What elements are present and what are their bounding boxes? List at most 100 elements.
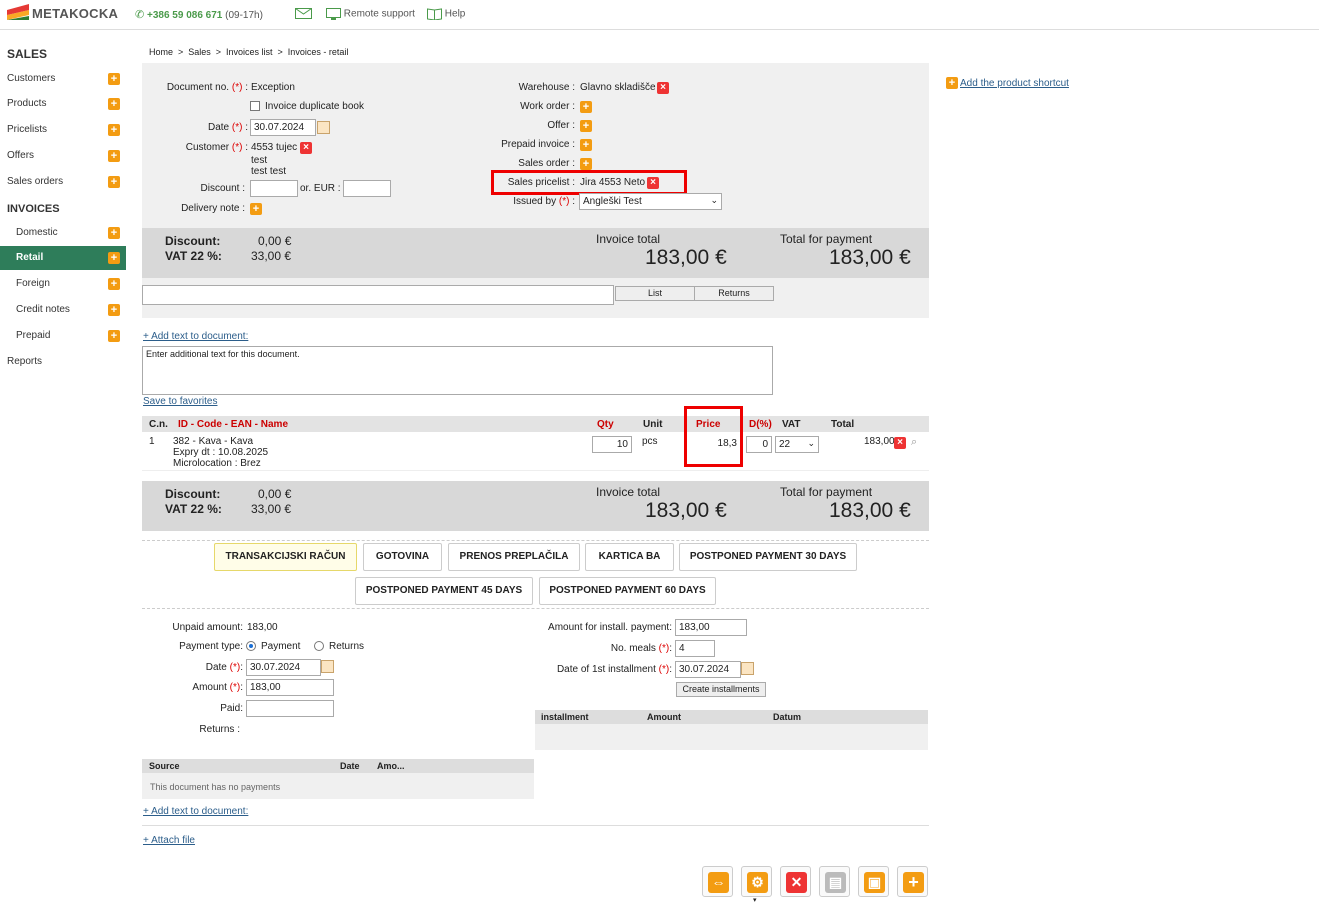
calendar-icon[interactable]: [317, 121, 330, 134]
add-work-order-icon[interactable]: +: [580, 101, 592, 113]
paid-input[interactable]: [246, 700, 334, 717]
add-retail-icon[interactable]: +: [108, 252, 120, 264]
remove-row-icon[interactable]: ×: [894, 437, 906, 449]
add-domestic-icon[interactable]: +: [108, 227, 120, 239]
totals-bar-top: Discount: 0,00 € VAT 22 %: 33,00 € Invoi…: [142, 228, 929, 278]
add-offer-link-icon[interactable]: +: [580, 120, 592, 132]
unpaid-label: Unpaid amount:: [172, 622, 243, 633]
help-link[interactable]: Help: [427, 8, 465, 21]
payment-transakcijski-button[interactable]: TRANSAKCIJSKI RAČUN: [214, 543, 357, 571]
settings-button[interactable]: ⚙: [741, 866, 772, 897]
row-vat-select[interactable]: 22 ⌄: [775, 436, 819, 453]
sidebar-item-domestic[interactable]: Domestic +: [0, 221, 126, 245]
sidebar-item-customers[interactable]: Customers +: [0, 67, 126, 91]
no-meals-input[interactable]: 4: [675, 640, 715, 657]
list-button[interactable]: List: [615, 286, 695, 301]
additional-text-area[interactable]: Enter additional text for this document.: [142, 346, 773, 395]
sidebar-item-reports[interactable]: Reports: [0, 350, 126, 374]
discount-percent-input[interactable]: [250, 180, 298, 197]
attach-file-link[interactable]: + Attach file: [143, 835, 195, 846]
add-product-icon[interactable]: +: [108, 98, 120, 110]
remote-support-link[interactable]: Remote support: [326, 8, 415, 20]
discount-total-label: Discount:: [165, 487, 221, 501]
sidebar-item-pricelists[interactable]: Pricelists +: [0, 118, 126, 142]
remove-warehouse-icon[interactable]: ×: [657, 82, 669, 94]
duplicate-book-checkbox[interactable]: [250, 101, 260, 111]
row-discount-input[interactable]: 0: [746, 436, 772, 453]
discount-eur-input[interactable]: [343, 180, 391, 197]
payment-radio[interactable]: [246, 641, 256, 651]
delete-button[interactable]: ✕: [780, 866, 811, 897]
first-install-input[interactable]: 30.07.2024: [675, 661, 741, 678]
row-name[interactable]: 382 - Kava - Kava: [173, 436, 253, 447]
payment-postponed-60-button[interactable]: POSTPONED PAYMENT 60 DAYS: [539, 577, 716, 605]
amount-input[interactable]: 183,00: [246, 679, 334, 696]
add-foreign-icon[interactable]: +: [108, 278, 120, 290]
add-new-button[interactable]: +: [897, 866, 928, 897]
add-sales-order-icon[interactable]: +: [108, 176, 120, 188]
payment-kartica-button[interactable]: KARTICA BA: [585, 543, 674, 571]
sidebar-item-offers[interactable]: Offers +: [0, 144, 126, 168]
attach-icon[interactable]: ⌕: [911, 436, 917, 449]
create-installments-button[interactable]: Create installments: [676, 682, 766, 697]
add-sales-order-link-icon[interactable]: +: [580, 158, 592, 170]
add-pricelist-icon[interactable]: +: [108, 124, 120, 136]
add-prepaid-invoice-icon[interactable]: +: [580, 139, 592, 151]
warehouse-label: Warehouse :: [518, 82, 575, 93]
add-prepaid-icon[interactable]: +: [108, 330, 120, 342]
add-credit-note-icon[interactable]: +: [108, 304, 120, 316]
col-installment: installment: [541, 712, 589, 722]
highlight-price: [684, 406, 743, 467]
email-icon[interactable]: [295, 8, 312, 19]
product-search-input[interactable]: [142, 285, 614, 305]
date-input[interactable]: 30.07.2024: [250, 119, 316, 136]
logo-text[interactable]: METAKOCKA: [32, 6, 118, 21]
customer-line-2: test: [251, 155, 268, 166]
row-total: 183,00: [864, 436, 895, 447]
col-total: Total: [831, 419, 855, 430]
chevron-down-icon[interactable]: ▾: [753, 896, 757, 904]
phone-link[interactable]: ✆ +386 59 086 671 (09-17h): [135, 8, 263, 21]
returns-button[interactable]: Returns: [694, 286, 774, 301]
payment-postponed-45-button[interactable]: POSTPONED PAYMENT 45 DAYS: [355, 577, 533, 605]
print-icon: ▤: [825, 872, 846, 893]
add-product-shortcut-link[interactable]: Add the product shortcut: [960, 78, 1069, 89]
save-favorites-link[interactable]: Save to favorites: [143, 396, 217, 407]
returns-radio[interactable]: [314, 641, 324, 651]
add-product-shortcut-icon[interactable]: +: [946, 77, 958, 89]
sidebar-item-credit-notes[interactable]: Credit notes +: [0, 298, 126, 322]
install-amount-input[interactable]: 183,00: [675, 619, 747, 636]
payment-prenos-button[interactable]: PRENOS PREPLAČILA: [448, 543, 580, 571]
add-delivery-note-icon[interactable]: +: [250, 203, 262, 215]
add-text-link-2[interactable]: + Add text to document:: [143, 806, 248, 817]
sidebar-item-sales-orders[interactable]: Sales orders +: [0, 170, 126, 194]
sales-order-label: Sales order :: [518, 158, 575, 169]
sidebar-item-prepaid[interactable]: Prepaid +: [0, 324, 126, 348]
sidebar-item-retail[interactable]: Retail +: [0, 246, 126, 270]
add-text-link[interactable]: + Add text to document:: [143, 331, 248, 342]
row-qty-input[interactable]: 10: [592, 436, 632, 453]
breadcrumb[interactable]: Home > Sales > Invoices list > Invoices …: [149, 47, 348, 57]
payment-gotovina-button[interactable]: GOTOVINA: [363, 543, 442, 571]
sidebar-item-foreign[interactable]: Foreign +: [0, 272, 126, 296]
installments-table-header: installment Amount Datum: [535, 710, 928, 724]
customer-value[interactable]: 4553 tujec: [251, 142, 297, 153]
phone-hours: (09-17h): [225, 10, 263, 21]
payment-postponed-30-button[interactable]: POSTPONED PAYMENT 30 DAYS: [679, 543, 857, 571]
remove-customer-icon[interactable]: ×: [300, 142, 312, 154]
sidebar-item-products[interactable]: Products +: [0, 92, 126, 116]
save-button[interactable]: ▣: [858, 866, 889, 897]
vat-total-label: VAT 22 %:: [165, 249, 222, 263]
print-button[interactable]: ▤: [819, 866, 850, 897]
add-offer-icon[interactable]: +: [108, 150, 120, 162]
split-button[interactable]: ⇔: [702, 866, 733, 897]
calendar-icon[interactable]: [321, 660, 334, 673]
close-icon: ✕: [786, 872, 807, 893]
first-install-label: Date of 1st installment (*):: [556, 664, 672, 675]
delivery-note-label: Delivery note :: [181, 203, 245, 214]
add-customer-icon[interactable]: +: [108, 73, 120, 85]
calendar-icon[interactable]: [741, 662, 754, 675]
discount-total-label: Discount:: [165, 234, 221, 248]
payment-date-input[interactable]: 30.07.2024: [246, 659, 321, 676]
issued-by-select[interactable]: Angleški Test ⌄: [579, 193, 722, 210]
